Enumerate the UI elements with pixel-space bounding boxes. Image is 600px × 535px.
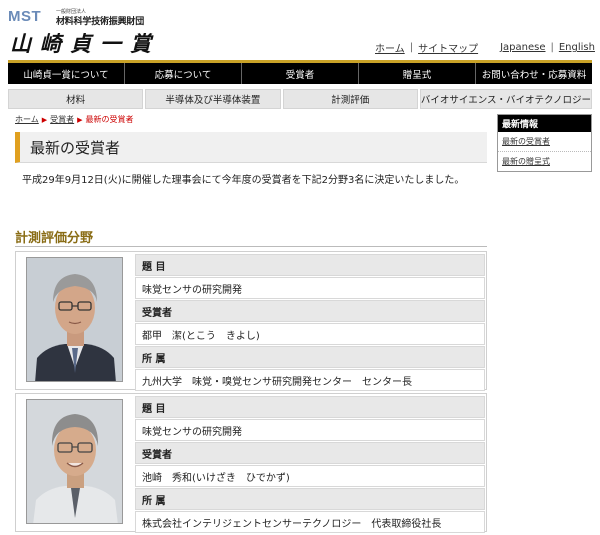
- subnav-materials[interactable]: 材料: [8, 89, 144, 109]
- japanese-link[interactable]: Japanese: [500, 42, 545, 53]
- chevron-right-icon: ▶: [41, 115, 48, 124]
- chevron-right-icon: ▶: [77, 115, 83, 124]
- nav-ceremony[interactable]: 贈呈式: [359, 63, 476, 84]
- breadcrumb: ホーム ▶ 受賞者 ▶ 最新の受賞者: [15, 114, 134, 125]
- awardee-photo: [26, 257, 123, 382]
- awardee-card: 題 目 味覚センサの研究開発 受賞者 都甲 潔(とこう きよし) 所 属 九州大…: [15, 251, 487, 391]
- title-label: 題 目: [135, 396, 485, 418]
- breadcrumb-current: 最新の受賞者: [85, 115, 134, 124]
- separator: |: [550, 42, 554, 53]
- intro-text: 平成29年9月12日(火)に開催した理事会にて今年度の受賞者を下記2分野3名に決…: [22, 175, 465, 186]
- affiliation-value: 九州大学 味覚・嗅覚センサ研究開発センター センター長: [135, 369, 485, 391]
- awardee-card: 題 目 味覚センサの研究開発 受賞者 池崎 秀和(いけざき ひでかず) 所 属 …: [15, 393, 487, 533]
- sub-nav: 材料 半導体及び半導体装置 計測評価 バイオサイエンス・バイオテクノロジー: [8, 89, 592, 109]
- breadcrumb-home[interactable]: ホーム: [15, 114, 39, 125]
- sidebar-heading: 最新情報: [498, 115, 591, 132]
- sidebar-link-latest-awardees[interactable]: 最新の受賞者: [498, 132, 591, 151]
- nav-awardees[interactable]: 受賞者: [242, 63, 359, 84]
- utility-nav: ホーム | サイトマップ Japanese | English: [375, 40, 595, 55]
- awardee-name: 池崎 秀和(いけざき ひでかず): [135, 465, 485, 487]
- awardee-label: 受賞者: [135, 300, 485, 322]
- nav-about[interactable]: 山崎貞一賞について: [8, 63, 125, 84]
- breadcrumb-awardees[interactable]: 受賞者: [50, 114, 74, 125]
- nav-contact[interactable]: お問い合わせ・応募資料: [476, 63, 592, 84]
- awardee-photo: [26, 399, 123, 524]
- person-portrait-icon: [27, 400, 122, 523]
- nav-application[interactable]: 応募について: [125, 63, 242, 84]
- affiliation-value: 株式会社インテリジェントセンサーテクノロジー 代表取締役社長: [135, 511, 485, 533]
- mst-logo[interactable]: MST: [8, 8, 41, 25]
- awardee-label: 受賞者: [135, 442, 485, 464]
- awardee-name: 都甲 潔(とこう きよし): [135, 323, 485, 345]
- org-name: 材料科学技術振興財団: [56, 17, 145, 27]
- sitemap-link[interactable]: サイトマップ: [418, 40, 478, 55]
- separator: |: [409, 42, 414, 53]
- sidebar-latest-info: 最新情報 最新の受賞者 最新の贈呈式: [497, 114, 592, 172]
- title-value: 味覚センサの研究開発: [135, 419, 485, 441]
- section-title: 計測評価分野: [15, 227, 487, 247]
- page-title: 最新の受賞者: [15, 132, 487, 163]
- title-label: 題 目: [135, 254, 485, 276]
- person-portrait-icon: [27, 258, 122, 381]
- sidebar-link-latest-ceremony[interactable]: 最新の贈呈式: [498, 151, 591, 171]
- subnav-measurement[interactable]: 計測評価: [282, 89, 418, 109]
- main-nav: 山崎貞一賞について 応募について 受賞者 贈呈式 お問い合わせ・応募資料: [8, 60, 592, 84]
- title-value: 味覚センサの研究開発: [135, 277, 485, 299]
- subnav-bioscience[interactable]: バイオサイエンス・バイオテクノロジー: [419, 89, 592, 109]
- home-link[interactable]: ホーム: [375, 40, 405, 55]
- subnav-semiconductors[interactable]: 半導体及び半導体装置: [145, 89, 281, 109]
- affiliation-label: 所 属: [135, 488, 485, 510]
- english-link[interactable]: English: [559, 42, 595, 53]
- affiliation-label: 所 属: [135, 346, 485, 368]
- site-header: MST 一般財団法人 材料科学技術振興財団 山崎貞一賞 ホーム | サイトマップ…: [0, 0, 600, 60]
- award-calligraphy-logo[interactable]: 山崎貞一賞: [10, 28, 160, 58]
